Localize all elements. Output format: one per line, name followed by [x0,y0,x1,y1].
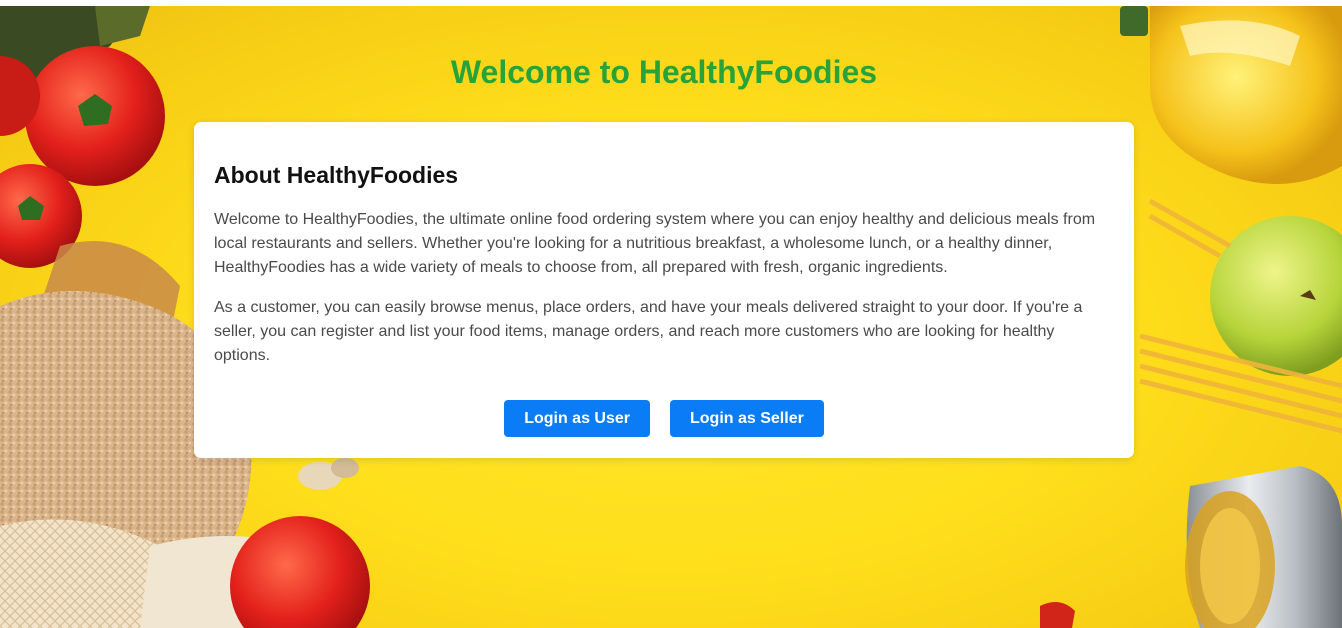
login-actions: Login as User Login as Seller [194,400,1134,437]
about-heading: About HealthyFoodies [214,162,459,188]
page-title: Welcome to HealthyFoodies [450,54,878,90]
login-as-seller-button[interactable]: Login as Seller [670,400,824,437]
about-card: About HealthyFoodies Welcome to HealthyF… [194,122,1134,458]
about-paragraph-roles: As a customer, you can easily browse men… [214,299,1083,364]
about-paragraph-intro: Welcome to HealthyFoodies, the ultimate … [214,211,1096,276]
login-as-user-button[interactable]: Login as User [504,400,650,437]
hero-background: Welcome to HealthyFoodies About HealthyF… [0,6,1342,628]
